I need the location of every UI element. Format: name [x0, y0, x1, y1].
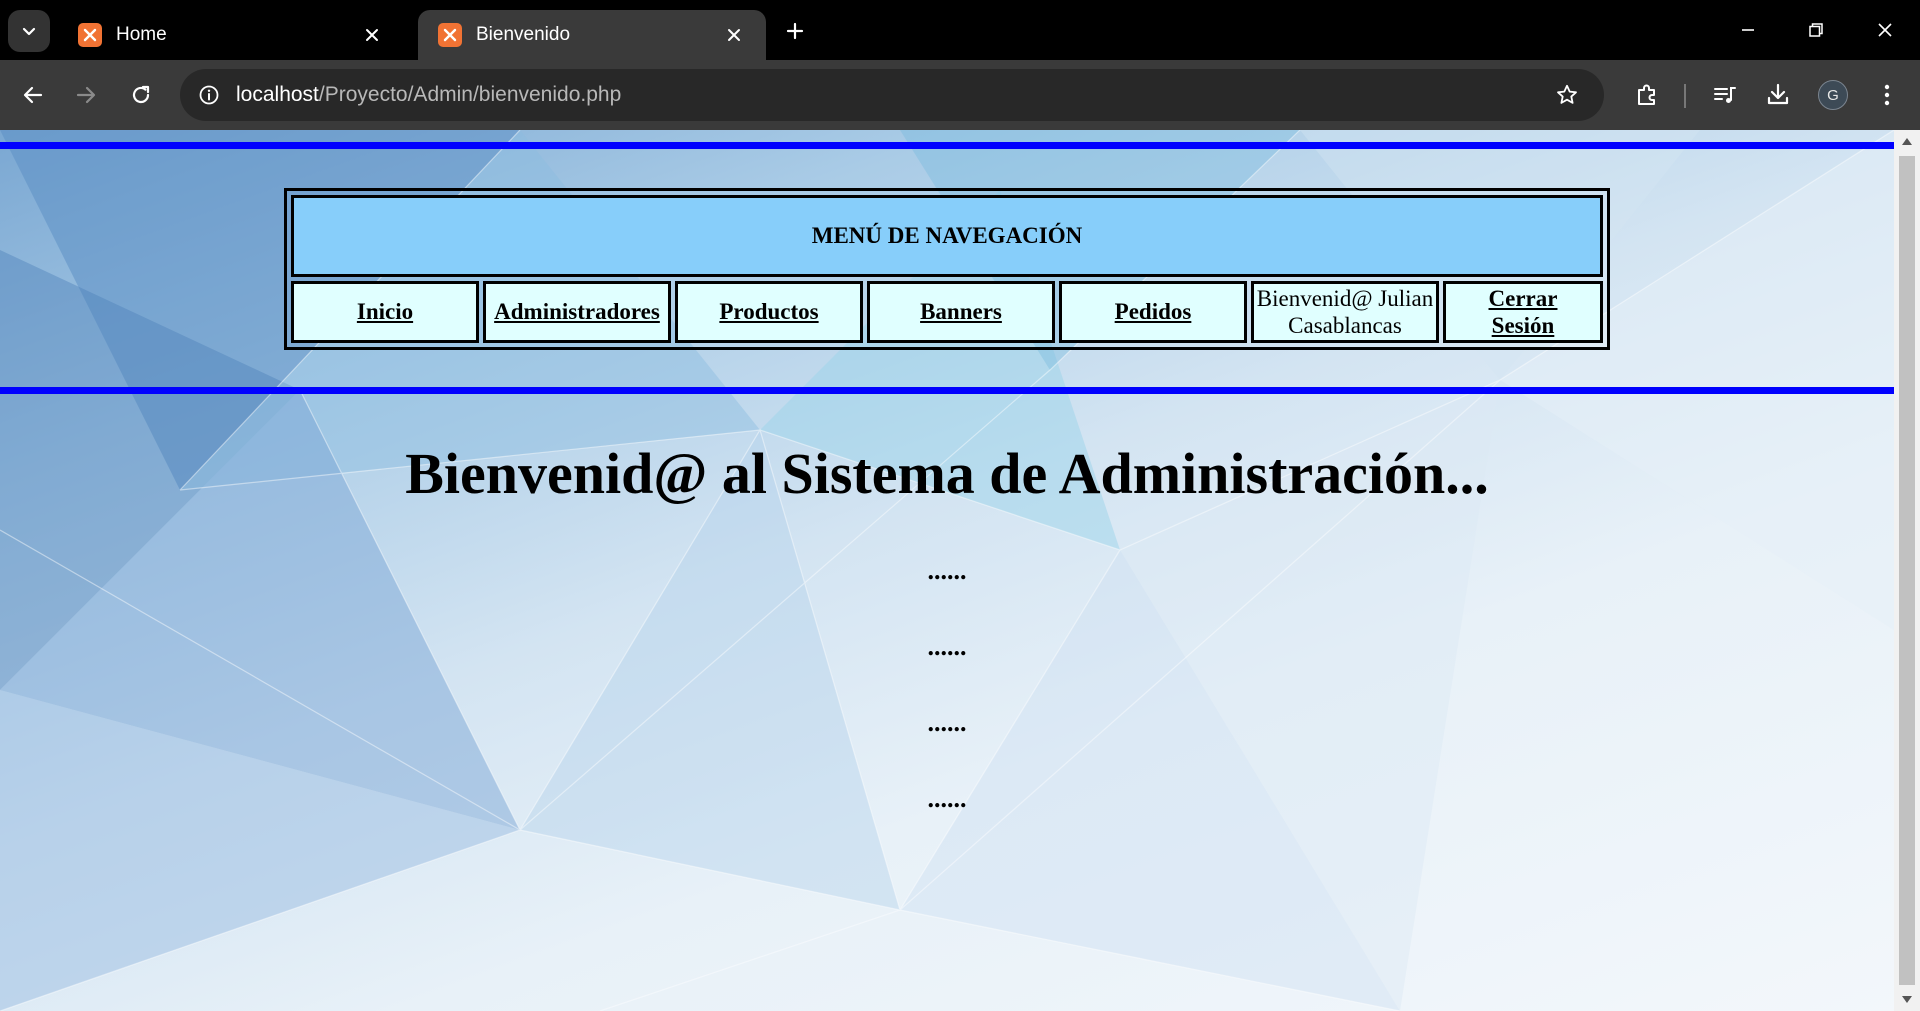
media-controls-button[interactable]	[1704, 74, 1746, 116]
scroll-down-arrow-icon[interactable]	[1902, 996, 1912, 1003]
page-title: Bienvenid@ al Sistema de Administración.…	[405, 441, 1489, 506]
logout-link[interactable]: Cerrar Sesión	[1489, 285, 1558, 339]
menu-cell-productos: Productos	[675, 281, 863, 343]
bookmark-star-icon[interactable]	[1550, 78, 1584, 112]
address-bar[interactable]: localhost/Proyecto/Admin/bienvenido.php	[180, 69, 1604, 121]
top-rule	[0, 142, 1894, 149]
page-viewport: MENÚ DE NAVEGACIÓN Inicio Administradore…	[0, 130, 1920, 1011]
placeholder-dots: ......	[927, 632, 967, 661]
restore-icon	[1809, 23, 1823, 37]
new-tab-button[interactable]	[778, 14, 812, 48]
browser-menu-button[interactable]	[1866, 74, 1908, 116]
menu-cell-pedidos: Pedidos	[1059, 281, 1247, 343]
menu-cell-banners: Banners	[867, 281, 1055, 343]
xampp-favicon-icon	[438, 23, 462, 47]
close-window-button[interactable]	[1862, 8, 1908, 52]
tab-bienvenido[interactable]: Bienvenido	[418, 10, 766, 60]
menu-header: MENÚ DE NAVEGACIÓN	[291, 195, 1603, 277]
tab-search-button[interactable]	[8, 10, 50, 52]
toolbar-divider	[1684, 84, 1686, 108]
nav-link-administradores[interactable]: Administradores	[494, 299, 660, 324]
download-icon	[1767, 83, 1789, 105]
logout-label-line1: Cerrar	[1488, 286, 1558, 311]
nav-link-pedidos[interactable]: Pedidos	[1115, 299, 1192, 324]
minimize-icon	[1742, 29, 1754, 31]
profile-avatar[interactable]: G	[1818, 80, 1848, 110]
close-icon	[1878, 23, 1892, 37]
close-icon[interactable]	[358, 21, 386, 49]
plus-icon	[786, 22, 804, 40]
tab-title: Home	[116, 24, 167, 45]
puzzle-icon	[1638, 84, 1655, 105]
tab-title: Bienvenido	[476, 24, 571, 45]
tab-home[interactable]: Home	[58, 10, 404, 60]
downloads-button[interactable]	[1757, 74, 1799, 116]
nav-link-banners[interactable]: Banners	[920, 299, 1002, 324]
arrow-left-icon	[23, 86, 43, 104]
profile-initial: G	[1827, 86, 1839, 104]
placeholder-dots: ......	[927, 556, 967, 585]
more-vertical-icon	[1884, 84, 1890, 106]
url-host: localhost	[236, 83, 319, 106]
forward-button[interactable]	[65, 74, 107, 116]
nav-link-productos[interactable]: Productos	[719, 299, 818, 324]
chevron-down-icon	[22, 27, 36, 36]
extensions-button[interactable]	[1626, 74, 1668, 116]
site-info-icon[interactable]	[192, 78, 226, 112]
scroll-up-arrow-icon[interactable]	[1902, 138, 1912, 145]
placeholder-dots: ......	[927, 708, 967, 737]
user-greeting: Bienvenid@ Julian Casablancas	[1251, 281, 1439, 343]
url-path: /Proyecto/Admin/bienvenido.php	[318, 83, 622, 106]
scrollbar-thumb[interactable]	[1899, 156, 1915, 985]
placeholder-dots: ......	[927, 784, 967, 813]
menu-cell-administradores: Administradores	[483, 281, 671, 343]
minimize-button[interactable]	[1725, 8, 1771, 52]
logout-label-line2: Sesión	[1491, 313, 1555, 338]
browser-toolbar: localhost/Proyecto/Admin/bienvenido.php …	[0, 60, 1920, 130]
xampp-favicon-icon	[78, 23, 102, 47]
vertical-scrollbar[interactable]	[1894, 130, 1920, 1011]
restore-button[interactable]	[1793, 8, 1839, 52]
queue-music-icon	[1714, 87, 1736, 103]
url-text[interactable]: localhost/Proyecto/Admin/bienvenido.php	[236, 83, 621, 107]
reload-icon	[132, 85, 150, 104]
nav-link-inicio[interactable]: Inicio	[357, 299, 413, 324]
back-button[interactable]	[12, 74, 54, 116]
menu-cell-inicio: Inicio	[291, 281, 479, 343]
bottom-rule	[0, 387, 1894, 394]
close-icon[interactable]	[720, 21, 748, 49]
arrow-right-icon	[76, 86, 96, 104]
reload-button[interactable]	[120, 74, 162, 116]
menu-cell-logout: Cerrar Sesión	[1443, 281, 1603, 343]
admin-welcome-page: MENÚ DE NAVEGACIÓN Inicio Administradore…	[0, 130, 1894, 1011]
tab-strip: Home Bienvenido	[0, 0, 1920, 60]
navigation-menu: MENÚ DE NAVEGACIÓN Inicio Administradore…	[284, 188, 1610, 350]
